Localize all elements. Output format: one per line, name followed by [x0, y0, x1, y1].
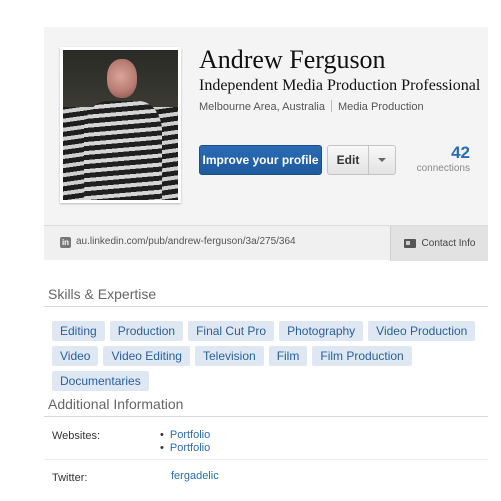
profile-headline: Independent Media Production Professiona… — [199, 77, 481, 94]
skills-section-title: Skills & Expertise — [48, 286, 157, 302]
skills-list: Editing Production Final Cut Pro Photogr… — [52, 321, 492, 391]
improve-profile-button[interactable]: Improve your profile — [199, 145, 322, 175]
additional-info-section-divider — [44, 416, 488, 417]
skill-pill[interactable]: Video — [52, 346, 99, 366]
profile-card: Andrew Ferguson Independent Media Produc… — [44, 27, 488, 261]
websites-list: Portfolio Portfolio — [160, 429, 210, 455]
profile-photo[interactable] — [60, 47, 181, 203]
public-profile-url[interactable]: au.linkedin.com/pub/andrew-ferguson/3a/2… — [76, 236, 296, 247]
skills-section-divider — [44, 306, 488, 307]
skill-pill[interactable]: Film — [268, 346, 308, 366]
skill-pill[interactable]: Film Production — [312, 346, 412, 366]
connections-count[interactable]: 42 — [451, 143, 470, 163]
profile-meta: Melbourne Area, Australia Media Productio… — [199, 100, 424, 113]
profile-photo-image — [63, 50, 178, 200]
industry-link[interactable]: Media Production — [338, 101, 424, 113]
twitter-handle-link[interactable]: fergadelic — [171, 470, 219, 482]
skill-pill[interactable]: Video Editing — [103, 346, 190, 366]
skill-pill[interactable]: Production — [109, 321, 184, 341]
location-link[interactable]: Melbourne Area, Australia — [199, 101, 325, 113]
contact-info-tab[interactable]: Contact Info — [390, 226, 488, 261]
connections-label: connections — [416, 163, 470, 174]
website-link[interactable]: Portfolio — [160, 429, 210, 442]
edit-button[interactable]: Edit — [327, 145, 369, 175]
skill-pill[interactable]: Video Production — [368, 321, 476, 341]
chevron-down-icon — [378, 158, 386, 162]
skill-pill[interactable]: Final Cut Pro — [188, 321, 275, 341]
contact-card-icon — [403, 239, 416, 248]
skill-pill[interactable]: Photography — [279, 321, 364, 341]
skill-pill[interactable]: Documentaries — [52, 371, 149, 391]
website-link[interactable]: Portfolio — [160, 442, 210, 455]
row-divider — [44, 459, 488, 460]
additional-info-section-title: Additional Information — [48, 396, 184, 412]
skill-pill[interactable]: Editing — [52, 321, 105, 341]
skill-pill[interactable]: Television — [194, 346, 264, 366]
edit-dropdown-button[interactable] — [368, 145, 396, 175]
meta-divider — [330, 100, 332, 112]
profile-name: Andrew Ferguson — [199, 45, 386, 74]
contact-info-label: Contact Info — [421, 238, 476, 249]
twitter-label: Twitter: — [52, 472, 88, 484]
profile-card-footer: in au.linkedin.com/pub/andrew-ferguson/3… — [44, 225, 488, 261]
linkedin-icon: in — [60, 237, 71, 248]
websites-label: Websites: — [52, 430, 101, 442]
